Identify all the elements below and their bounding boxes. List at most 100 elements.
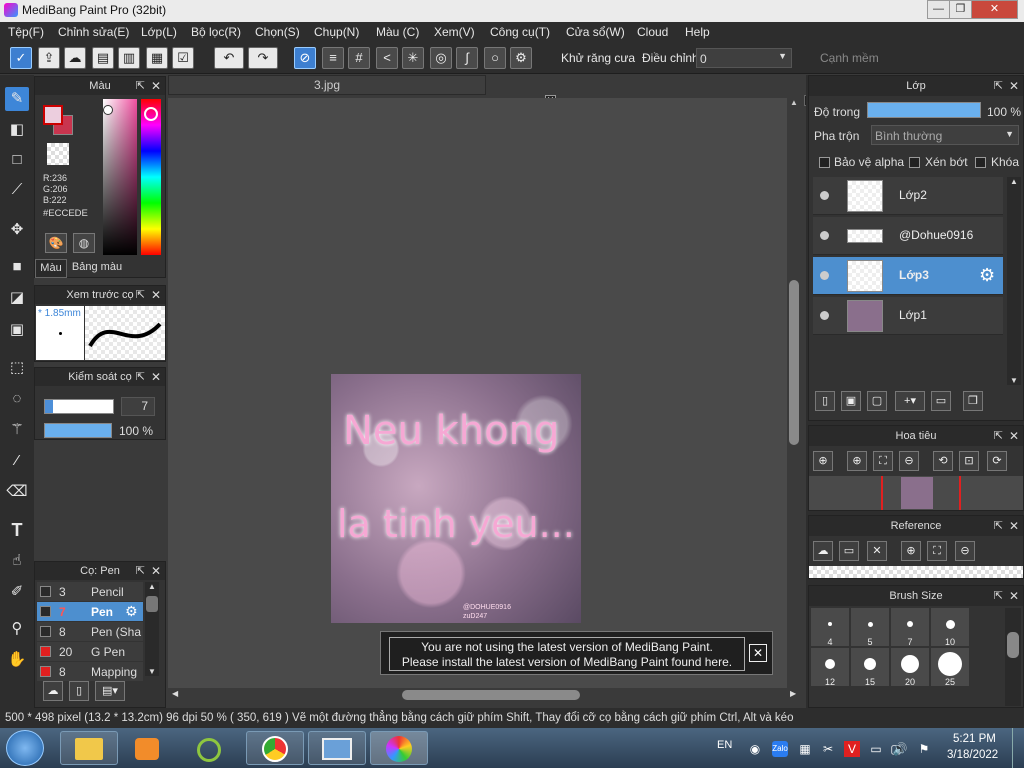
- concentric-snap-icon[interactable]: ◎: [430, 47, 452, 69]
- color-wheel-button-icon[interactable]: 🎨: [45, 233, 67, 253]
- input-language[interactable]: EN: [717, 739, 732, 751]
- menu-filter[interactable]: Bộ lọc(R): [191, 25, 241, 39]
- layer-row-dohue[interactable]: @Dohue0916: [813, 217, 1003, 255]
- cloud-save-icon[interactable]: ✓: [10, 47, 32, 69]
- expand-icon[interactable]: ⇱: [994, 426, 1003, 446]
- scroll-up-icon[interactable]: ▲: [1007, 177, 1021, 186]
- menu-view[interactable]: Xem(V): [434, 25, 475, 39]
- brush-list-item[interactable]: 8 Mapping: [37, 662, 143, 681]
- visibility-eye-icon[interactable]: [820, 191, 829, 200]
- radial-snap-icon[interactable]: ✳: [402, 47, 424, 69]
- chrome-taskbar-icon[interactable]: [246, 731, 304, 765]
- brush-size-cell[interactable]: 5: [851, 608, 889, 647]
- navigator-preview[interactable]: [809, 476, 1023, 510]
- scroll-up-icon[interactable]: ▲: [787, 98, 801, 107]
- scroll-thumb[interactable]: [402, 690, 580, 700]
- fit-screen-icon[interactable]: ⛶: [927, 541, 947, 561]
- photo-viewer-taskbar-icon[interactable]: [308, 731, 366, 765]
- close-icon[interactable]: ✕: [1009, 76, 1019, 96]
- brush-list-scrollbar[interactable]: ▲ ▼: [145, 582, 159, 676]
- close-icon[interactable]: ✕: [151, 562, 161, 580]
- restore-button[interactable]: ❐: [949, 0, 972, 19]
- circle-snap-icon[interactable]: ○: [484, 47, 506, 69]
- protect-alpha-checkbox[interactable]: [819, 157, 830, 168]
- close-icon[interactable]: ✕: [151, 286, 161, 304]
- checklist-icon[interactable]: ☑: [172, 47, 194, 69]
- flag-tray-icon[interactable]: ⚑: [916, 741, 932, 757]
- scroll-thumb[interactable]: [789, 280, 799, 445]
- expand-icon[interactable]: ⇱: [136, 562, 145, 580]
- page-icon[interactable]: ▥: [118, 47, 140, 69]
- artwork-image[interactable]: Neu khong la tinh yeu... @DOHUE0916 zuD2…: [331, 374, 581, 623]
- duplicate-layer-icon[interactable]: ❐: [963, 391, 983, 411]
- update-notice-message[interactable]: You are not using the latest version of …: [389, 637, 745, 671]
- start-button-icon[interactable]: [6, 730, 44, 766]
- menu-window[interactable]: Cửa sổ(W): [566, 25, 625, 39]
- eraser-tool-icon[interactable]: ◧: [5, 118, 29, 142]
- cloud-reference-icon[interactable]: ☁: [813, 541, 833, 561]
- layer-list-scrollbar[interactable]: ▲ ▼: [1007, 177, 1021, 385]
- undo-icon[interactable]: ↶: [214, 47, 244, 69]
- brush-size-field[interactable]: 7: [121, 397, 155, 416]
- close-icon[interactable]: ✕: [1009, 426, 1019, 446]
- vivaldi-tray-icon[interactable]: V: [844, 741, 860, 757]
- brush-size-cell[interactable]: 20: [891, 648, 929, 687]
- expand-icon[interactable]: ⇱: [994, 516, 1003, 536]
- medibang-taskbar-icon[interactable]: [370, 731, 428, 765]
- scroll-down-icon[interactable]: ▼: [145, 667, 159, 676]
- scroll-left-icon[interactable]: ◀: [172, 689, 178, 698]
- close-notice-icon[interactable]: ✕: [749, 644, 767, 662]
- tab-color[interactable]: Màu: [35, 259, 67, 278]
- operation-tool-icon[interactable]: ☝: [5, 549, 29, 573]
- close-icon[interactable]: ✕: [1009, 586, 1019, 606]
- canvas-horizontal-scrollbar[interactable]: ◀ ▶: [168, 688, 801, 702]
- menu-layer[interactable]: Lớp(L): [141, 25, 177, 39]
- expand-icon[interactable]: ⇱: [994, 586, 1003, 606]
- expand-icon[interactable]: ⇱: [136, 77, 145, 95]
- volume-tray-icon[interactable]: 🔊: [892, 741, 908, 757]
- divide-tool-icon[interactable]: ✐: [5, 580, 29, 604]
- tools-tray-icon[interactable]: ✂: [820, 741, 836, 757]
- brush-menu-icon[interactable]: ▤▾: [95, 681, 125, 701]
- transparent-color-swatch[interactable]: [47, 143, 69, 165]
- clipping-checkbox[interactable]: [909, 157, 920, 168]
- redo-icon[interactable]: ↷: [248, 47, 278, 69]
- parallel-snap-icon[interactable]: ≡: [322, 47, 344, 69]
- tab-palette[interactable]: Bảng màu: [69, 259, 125, 278]
- brush-settings-gear-icon[interactable]: ⚙: [125, 603, 138, 620]
- menu-select[interactable]: Chọn(S): [255, 25, 300, 39]
- scroll-up-icon[interactable]: ▲: [145, 582, 159, 591]
- cloud-brush-icon[interactable]: ☁: [43, 681, 63, 701]
- zoom-out-icon[interactable]: ⊖: [899, 451, 919, 471]
- brush-size-cell[interactable]: 12: [811, 648, 849, 687]
- correction-select[interactable]: 0 ▼: [696, 48, 792, 68]
- open-folder-icon[interactable]: ▭: [839, 541, 859, 561]
- show-desktop-button[interactable]: [1012, 728, 1024, 768]
- brush-list-item[interactable]: 7 Pen ⚙: [37, 602, 143, 621]
- rectangle-tool-icon[interactable]: □: [5, 148, 29, 172]
- select-pen-tool-icon[interactable]: ⁄: [5, 449, 29, 473]
- zoom-in-icon[interactable]: ⊕: [901, 541, 921, 561]
- menu-color[interactable]: Màu (C): [376, 25, 419, 39]
- brush-list-item[interactable]: 20 G Pen: [37, 642, 143, 661]
- zoom-out-icon[interactable]: ⊖: [955, 541, 975, 561]
- hue-slider[interactable]: [141, 99, 161, 255]
- expand-icon[interactable]: ⇱: [136, 368, 145, 386]
- brush-size-cell[interactable]: 10: [931, 608, 969, 647]
- lasso-tool-icon[interactable]: ◌: [5, 387, 29, 411]
- clock-date[interactable]: 3/18/2022: [947, 749, 998, 761]
- new-1bit-layer-icon[interactable]: ▢: [867, 391, 887, 411]
- brush-size-cell[interactable]: 15: [851, 648, 889, 687]
- scroll-thumb[interactable]: [146, 596, 158, 612]
- new-layer-icon[interactable]: ▯: [815, 391, 835, 411]
- scroll-right-icon[interactable]: ▶: [790, 689, 796, 698]
- scroll-down-icon[interactable]: ▼: [1007, 376, 1021, 385]
- clock-time[interactable]: 5:21 PM: [953, 733, 996, 745]
- new-brush-icon[interactable]: ▯: [69, 681, 89, 701]
- brush-size-cell[interactable]: 4: [811, 608, 849, 647]
- dot-brush-tool-icon[interactable]: ⟋: [5, 178, 29, 202]
- zoom-in-nav-icon[interactable]: ⊕: [813, 451, 833, 471]
- brush-list-item[interactable]: 8 Pen (Sha: [37, 622, 143, 641]
- zoom-in-icon[interactable]: ⊕: [847, 451, 867, 471]
- brush-size-cell[interactable]: 25: [931, 648, 969, 687]
